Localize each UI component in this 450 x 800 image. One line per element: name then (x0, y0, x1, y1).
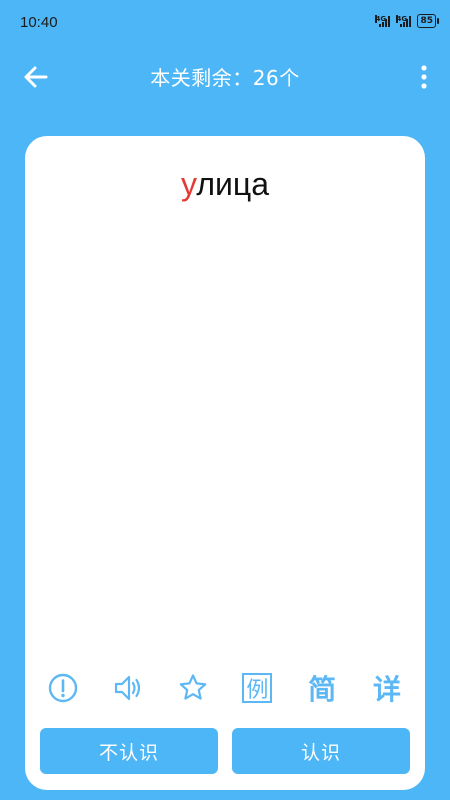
word-card: улица 例 简 详 不认识 认识 (25, 136, 425, 790)
page-title: 本关剩余：26个 (150, 66, 300, 90)
status-time: 10:40 (20, 14, 58, 31)
detail-label: 详 (372, 673, 401, 706)
status-icons: 4G 4G 85 (375, 14, 439, 28)
word-stressed-letter: у (181, 166, 197, 202)
exclamation-circle-icon (48, 673, 78, 703)
unknown-button[interactable]: 不认识 (40, 728, 218, 774)
word-text: улица (25, 166, 425, 203)
example-button[interactable]: 例 (237, 668, 277, 708)
tool-row: 例 简 详 (43, 668, 407, 708)
app-bar: 本关剩余：26个 (0, 48, 450, 106)
status-bar: 10:40 4G 4G 85 (0, 0, 450, 48)
signal-label: 4G (375, 15, 387, 23)
more-vertical-icon (421, 65, 427, 89)
speaker-icon (114, 675, 140, 701)
detail-definition-button[interactable]: 详 (367, 668, 407, 708)
more-button[interactable] (416, 62, 432, 92)
example-label: 例 (242, 673, 273, 703)
info-button[interactable] (43, 668, 83, 708)
simple-label: 简 (308, 673, 337, 706)
battery-icon: 85 (417, 14, 439, 28)
sound-button[interactable] (108, 668, 148, 708)
action-row: 不认识 认识 (40, 728, 410, 774)
signal-icon: 4G (396, 15, 412, 27)
battery-level: 85 (420, 16, 433, 26)
word-rest: лица (196, 166, 269, 202)
known-button[interactable]: 认识 (232, 728, 410, 774)
signal-label: 4G (396, 15, 408, 23)
simple-definition-button[interactable]: 简 (302, 668, 342, 708)
signal-icon: 4G (375, 15, 391, 27)
favorite-button[interactable] (173, 668, 213, 708)
star-icon (179, 674, 206, 700)
